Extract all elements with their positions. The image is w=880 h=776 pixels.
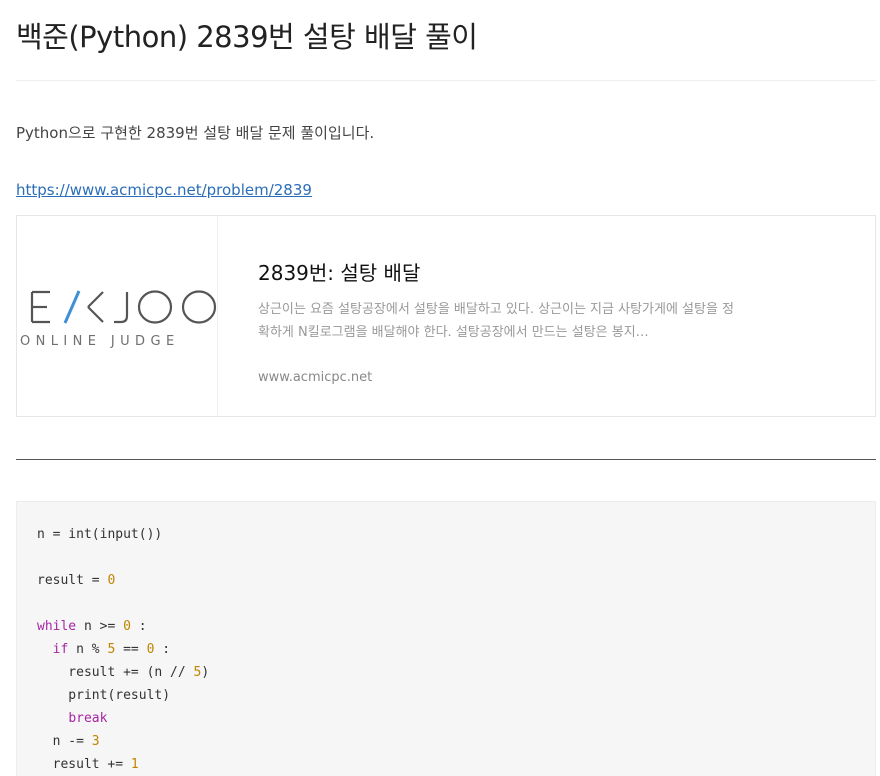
post-title: 백준(Python) 2839번 설탕 배달 풀이 — [16, 20, 478, 54]
card-body: 2839번: 설탕 배달 상근이는 요즘 설탕공장에서 설탕을 배달하고 있다.… — [258, 216, 875, 416]
problem-link[interactable]: https://www.acmicpc.net/problem/2839 — [16, 181, 312, 199]
logo-wordmark — [30, 290, 217, 324]
logo-subtitle: ONLINE JUDGE — [20, 334, 180, 349]
card-title: 2839번: 설탕 배달 — [258, 261, 421, 285]
code-block: n = int(input()) result = 0 while n >= 0… — [16, 501, 876, 776]
code-line: break — [68, 711, 108, 726]
card-description: 상근이는 요즘 설탕공장에서 설탕을 배달하고 있다. 상근이는 지금 사탕가게… — [258, 302, 735, 340]
horizontal-rule — [16, 459, 876, 460]
baekjoon-logo: ONLINE JUDGE — [20, 290, 217, 349]
code-line: n = int(input()) — [37, 527, 163, 542]
title-divider — [16, 80, 876, 81]
card-domain: www.acmicpc.net — [258, 370, 373, 385]
code-line: result += (n // 5) — [37, 665, 210, 680]
code-line: while n >= 0 : — [37, 619, 147, 634]
card-thumbnail: ONLINE JUDGE — [17, 216, 218, 416]
code-line: print(result) — [37, 688, 171, 703]
code-line: if n % 5 == 0 : — [52, 642, 171, 657]
blog-post: 백준(Python) 2839번 설탕 배달 풀이 Python으로 구현한 2… — [0, 0, 880, 776]
code-line: n -= 3 — [37, 734, 100, 749]
code-line: result = 0 — [37, 573, 116, 588]
post-intro: Python으로 구현한 2839번 설탕 배달 문제 풀이입니다. — [16, 124, 375, 142]
link-preview-card[interactable]: ONLINE JUDGE 2839번: 설탕 배달 상근이는 요즘 설탕공장에서… — [16, 215, 876, 417]
code-line: result += 1 — [37, 757, 139, 772]
